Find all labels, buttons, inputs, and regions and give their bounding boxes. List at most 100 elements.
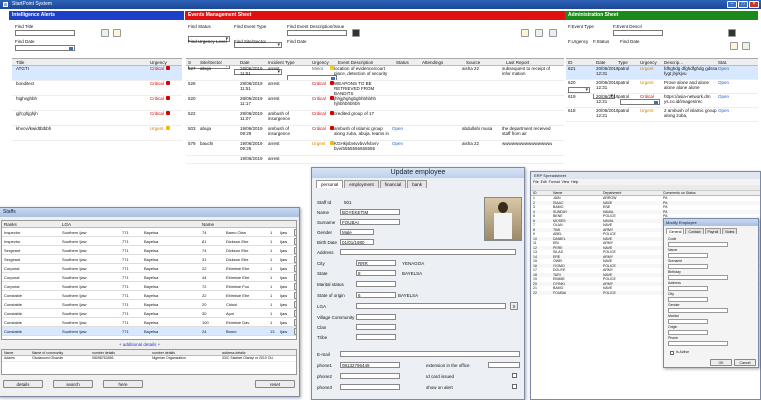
modify-tab-general[interactable]: General xyxy=(666,228,685,234)
is-active-checkbox[interactable] xyxy=(670,351,674,355)
admin-event-desc-input[interactable] xyxy=(613,30,663,36)
modify-field-input[interactable] xyxy=(668,308,728,313)
menu-file[interactable]: File xyxy=(533,180,539,184)
menu-help[interactable]: Help xyxy=(571,180,578,184)
show-alert-checkbox[interactable] xyxy=(512,384,517,389)
modify-tab-notes[interactable]: Notes xyxy=(722,228,738,234)
admin-edit-icon[interactable] xyxy=(742,42,750,50)
admin-row[interactable]: 618 20/06/2019 12:21patrol Urgent 2 ambush … xyxy=(566,108,758,122)
phone2-input[interactable] xyxy=(340,373,400,379)
staff-row[interactable]: Sergeant Southern Ijaw 771 Bayelsa 31 Dickson… xyxy=(2,255,296,264)
modify-field-input[interactable] xyxy=(668,264,708,269)
details-button[interactable]: details xyxy=(3,380,43,388)
events-row[interactable]: 503 abuja 19/06/2019 09:29 ambush of insurg… xyxy=(186,126,564,141)
add-alert-icon[interactable] xyxy=(101,29,109,37)
modify-field-input[interactable] xyxy=(668,297,708,302)
staff-row[interactable]: Corporal Southern Ijaw 771 Bayelsa 72 Ebimisi… xyxy=(2,282,296,291)
birth-date-input[interactable]: 01/01/1980 xyxy=(340,239,374,245)
modify-field-input[interactable] xyxy=(668,330,708,335)
admin-add-icon[interactable] xyxy=(730,42,738,50)
marital-select[interactable] xyxy=(356,281,396,287)
lga-clear-button[interactable]: X xyxy=(510,302,518,310)
staff-row[interactable]: Constable Southern Ijaw 771 Bayelsa 20 Chisol… xyxy=(2,300,296,309)
search-alert-icon[interactable] xyxy=(113,29,121,37)
tab-financial[interactable]: financial xyxy=(379,180,407,188)
city-input[interactable]: RRR xyxy=(356,260,396,266)
tab-personal[interactable]: personal xyxy=(316,180,344,188)
modify-field-input[interactable] xyxy=(668,275,728,280)
staff-row[interactable]: Inspector Southern Ijaw 771 Bayelsa 74 Bamo O… xyxy=(2,228,296,237)
menu-edit[interactable]: Edit xyxy=(541,180,547,184)
staff-row[interactable]: Constable Southern Ijaw 771 Bayelsa 24 Bomo 13… xyxy=(2,327,296,336)
minimize-button[interactable]: – xyxy=(727,1,737,8)
state-input[interactable]: 8 xyxy=(356,270,396,276)
staff-button[interactable]: staff xyxy=(294,319,296,326)
modify-field-input[interactable] xyxy=(668,319,708,324)
events-row[interactable]: 526 28/06/2019 11:51arrest Critical WEAPONS… xyxy=(186,81,564,96)
events-row[interactable]: 527 abuja 28/06/2019 11:51arrest Minor locat… xyxy=(186,66,564,81)
staff-button[interactable]: staff xyxy=(294,283,296,290)
modify-tab-payroll[interactable]: Payroll xyxy=(704,228,722,234)
menu-format[interactable]: Format xyxy=(549,180,560,184)
staff-button[interactable]: staff xyxy=(294,238,296,245)
event-export-icon[interactable] xyxy=(549,29,557,37)
intel-row[interactable]: bonditect Critical xyxy=(12,81,182,96)
phone1-input[interactable]: 08132796449 xyxy=(340,362,400,368)
tab-bank[interactable]: bank xyxy=(407,180,428,188)
menu-view[interactable]: View xyxy=(562,180,570,184)
event-add-icon[interactable] xyxy=(521,29,529,37)
staff-button[interactable]: staff xyxy=(294,274,296,281)
modify-ok-button[interactable]: OK xyxy=(710,359,732,366)
admin-row[interactable]: 619 20/06/2019 12:21patrol Critical https:/… xyxy=(566,94,758,108)
modify-field-input[interactable] xyxy=(668,253,708,258)
staff-button[interactable]: staff xyxy=(294,229,296,236)
name-input[interactable]: BOYEKETIM xyxy=(340,209,400,215)
intel-find-date-picker[interactable] xyxy=(15,45,75,51)
staff-button[interactable]: staff xyxy=(294,265,296,272)
modify-field-input[interactable] xyxy=(668,286,708,291)
id-card-checkbox[interactable] xyxy=(512,373,517,378)
tribe-input[interactable] xyxy=(356,334,396,340)
clan-input[interactable] xyxy=(356,324,396,330)
intel-row[interactable]: ATGTI Critical xyxy=(12,66,182,81)
modify-cancel-button[interactable]: Cancel xyxy=(734,359,756,366)
reset-button[interactable]: reset xyxy=(255,380,295,388)
intel-row[interactable]: htghvghbh Critical xyxy=(12,96,182,111)
intel-row[interactable]: khvcvi/kwidtbtbbh Urgent xyxy=(12,126,182,141)
gender-select[interactable]: Male xyxy=(340,229,374,235)
events-row[interactable]: 520 28/06/2019 11:17arrest Critical jhhjghg… xyxy=(186,96,564,111)
staff-row[interactable]: Constable Southern Ijaw 771 Bayelsa 100 Ebimi… xyxy=(2,318,296,327)
phone3-input[interactable] xyxy=(340,384,400,390)
events-row[interactable]: 579 bauchi 19/06/2019 09:25arrest Urgent KGH… xyxy=(186,141,564,156)
event-edit-icon[interactable] xyxy=(535,29,543,37)
staff-row[interactable]: Inspector Southern Ijaw 771 Bayelsa 81 Dickso… xyxy=(2,237,296,246)
event-report-icon[interactable] xyxy=(352,29,360,37)
intel-row[interactable]: gjh;ghjghjh Critical xyxy=(12,111,182,126)
modify-tab-contact[interactable]: Contact xyxy=(685,228,704,234)
extension-input[interactable] xyxy=(488,362,520,368)
staff-button[interactable]: staff xyxy=(294,328,296,335)
tab-employment[interactable]: employment xyxy=(344,180,379,188)
find-title-input[interactable] xyxy=(15,30,75,36)
admin-report-icon[interactable] xyxy=(728,29,736,37)
surname-input[interactable]: FOUBAI xyxy=(340,219,400,225)
staff-button[interactable]: staff xyxy=(294,292,296,299)
staff-button[interactable]: staff xyxy=(294,301,296,308)
lga-input[interactable] xyxy=(356,303,506,309)
address-input[interactable] xyxy=(340,249,516,255)
admin-row[interactable]: 620 20/06/2019 12:31patrol Urgent Prove alo… xyxy=(566,80,758,94)
staff-button[interactable]: staff xyxy=(294,256,296,263)
origin-input[interactable]: 6 xyxy=(356,292,396,298)
admin-row[interactable]: 621 20/06/2019 12:31patrol Urgent fdhghdg d… xyxy=(566,66,758,80)
staff-button[interactable]: staff xyxy=(294,247,296,254)
kin-row[interactable]: Adams Gbolawumi Oluwole 08098763456 Nigeria… xyxy=(2,356,296,362)
community-input[interactable] xyxy=(356,314,396,320)
staff-row[interactable]: Constable Southern Ijaw 771 Bayelsa 30 Apoi 1 I… xyxy=(2,309,296,318)
find-desc-input[interactable] xyxy=(287,30,347,36)
search-button[interactable]: search xyxy=(53,380,93,388)
staff-button[interactable]: staff xyxy=(294,310,296,317)
events-row[interactable]: 19/06/2019 arrest xyxy=(186,156,564,164)
staff-row[interactable]: Sergeant Southern Ijaw 771 Bayelsa 74 Dickson… xyxy=(2,246,296,255)
events-row[interactable]: 522 28/06/2019 11:07ambush of insurgenceC… xyxy=(186,111,564,126)
modify-field-input[interactable] xyxy=(668,242,728,247)
